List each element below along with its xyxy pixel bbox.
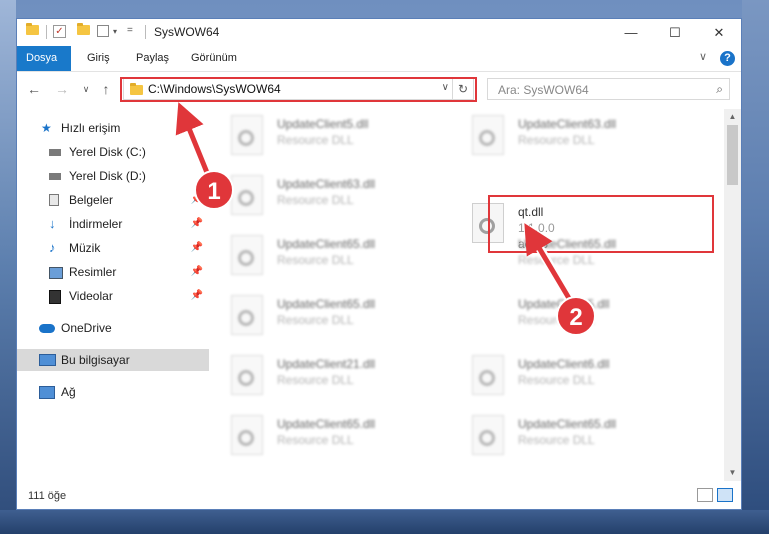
annotation-arrows [175,102,574,303]
step-2-badge: 2 [556,296,596,336]
step-1-badge: 1 [194,170,234,210]
arrow-2 [524,223,573,302]
